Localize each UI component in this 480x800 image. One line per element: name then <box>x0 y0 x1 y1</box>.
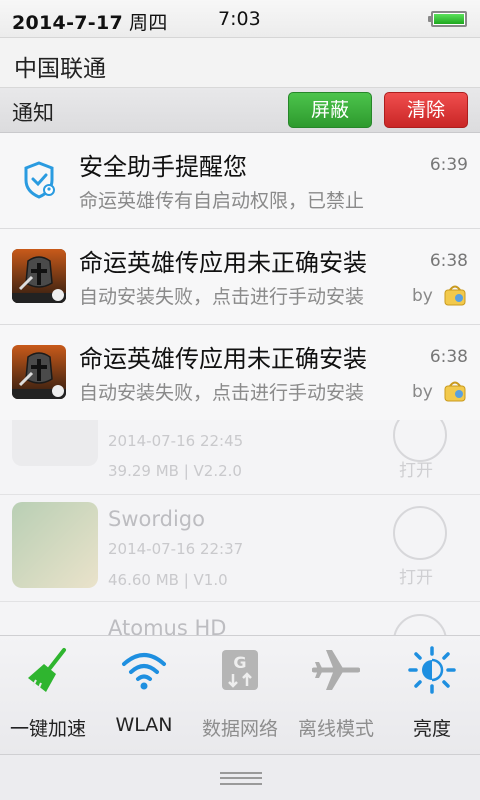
knight-game-icon <box>12 249 66 303</box>
airplane-icon <box>312 650 360 690</box>
divider <box>0 601 480 602</box>
toggle-label: 数据网络 <box>201 718 278 740</box>
mobile-data-icon: G <box>222 650 258 690</box>
drag-handle-icon[interactable] <box>220 772 262 785</box>
knight-game-icon <box>12 345 66 399</box>
toggle-label: WLAN <box>115 714 173 736</box>
quick-settings-bar: 一键加速 WLAN G 数据网络 离线模式 亮度 <box>0 635 480 755</box>
weekday-text: 周四 <box>129 12 168 34</box>
clear-button[interactable]: 清除 <box>384 92 468 128</box>
toggle-mobile-data[interactable]: G 数据网络 <box>192 636 288 756</box>
broom-icon <box>28 648 66 692</box>
app-size: 39.29 MB <box>108 462 179 480</box>
open-button[interactable]: 打开 <box>399 563 433 588</box>
toggle-brightness[interactable]: 亮度 <box>384 636 480 756</box>
notification-item[interactable]: 安全助手提醒您 命运英雄传有自启动权限，已禁止 6:39 <box>0 133 480 229</box>
toggle-label: 离线模式 <box>297 718 374 740</box>
open-circle-icon <box>393 506 447 560</box>
block-button[interactable]: 屏蔽 <box>288 92 372 128</box>
battery-icon <box>428 11 467 27</box>
app-version: V2.2.0 <box>193 462 242 480</box>
notification-time: 6:38 <box>429 347 468 367</box>
app-thumbnail <box>12 420 98 466</box>
background-app-list: 2014-07-16 22:45 39.29 MB | V2.2.0 打开 Sw… <box>0 420 480 635</box>
security-shield-icon <box>12 153 66 207</box>
notification-title: 安全助手提醒您 <box>79 153 247 181</box>
notification-time: 6:38 <box>429 251 468 271</box>
notification-subtitle: 命运英雄传有自启动权限，已禁止 <box>79 190 365 212</box>
notifications-title: 通知 <box>12 101 54 125</box>
status-bar: 2014-7-17 周四 7:03 <box>0 0 480 38</box>
by-label: by <box>412 382 433 402</box>
app-manager-bag-icon <box>444 285 466 306</box>
open-circle-icon <box>393 614 447 635</box>
app-name: Swordigo <box>108 507 205 531</box>
date-text: 2014-7-17 <box>12 12 124 34</box>
status-date: 2014-7-17 周四 <box>12 8 168 35</box>
notification-subtitle: 自动安装失败，点击进行手动安装 <box>79 286 365 308</box>
open-button[interactable]: 打开 <box>399 456 433 481</box>
app-size-version: 39.29 MB | V2.2.0 <box>108 462 242 480</box>
toggle-speed-boost[interactable]: 一键加速 <box>0 636 96 756</box>
drawer-handle-area[interactable] <box>0 755 480 800</box>
app-size: 46.60 MB <box>108 571 179 589</box>
notification-item[interactable]: 命运英雄传应用未正确安装 自动安装失败，点击进行手动安装 6:38 by <box>0 325 480 421</box>
divider <box>0 494 480 495</box>
svg-text:G: G <box>233 653 246 672</box>
battery-level-fill <box>434 14 464 24</box>
notifications-header: 通知 屏蔽 清除 <box>0 88 480 133</box>
notification-title: 命运英雄传应用未正确安装 <box>79 249 367 277</box>
app-date: 2014-07-16 22:37 <box>108 540 244 558</box>
toggle-airplane-mode[interactable]: 离线模式 <box>288 636 384 756</box>
toggle-label: 亮度 <box>412 718 451 740</box>
app-manager-bag-icon <box>444 381 466 402</box>
app-size-version: 46.60 MB | V1.0 <box>108 571 228 589</box>
swordigo-thumbnail <box>12 502 98 588</box>
wifi-icon <box>122 653 166 690</box>
app-version: V1.0 <box>193 571 228 589</box>
brightness-icon <box>408 646 456 694</box>
notification-subtitle: 自动安装失败，点击进行手动安装 <box>79 382 365 404</box>
app-name: Atomus HD <box>108 616 227 635</box>
by-label: by <box>412 286 433 306</box>
carrier-name: 中国联通 <box>14 56 106 82</box>
notification-title: 命运英雄传应用未正确安装 <box>79 345 367 373</box>
carrier-row: 中国联通 <box>0 38 480 88</box>
app-date: 2014-07-16 22:45 <box>108 432 244 450</box>
toggle-wlan[interactable]: WLAN <box>96 636 192 756</box>
notification-item[interactable]: 命运英雄传应用未正确安装 自动安装失败，点击进行手动安装 6:38 by <box>0 229 480 325</box>
notification-time: 6:39 <box>429 155 468 175</box>
status-time: 7:03 <box>218 8 261 30</box>
toggle-label: 一键加速 <box>9 718 86 740</box>
